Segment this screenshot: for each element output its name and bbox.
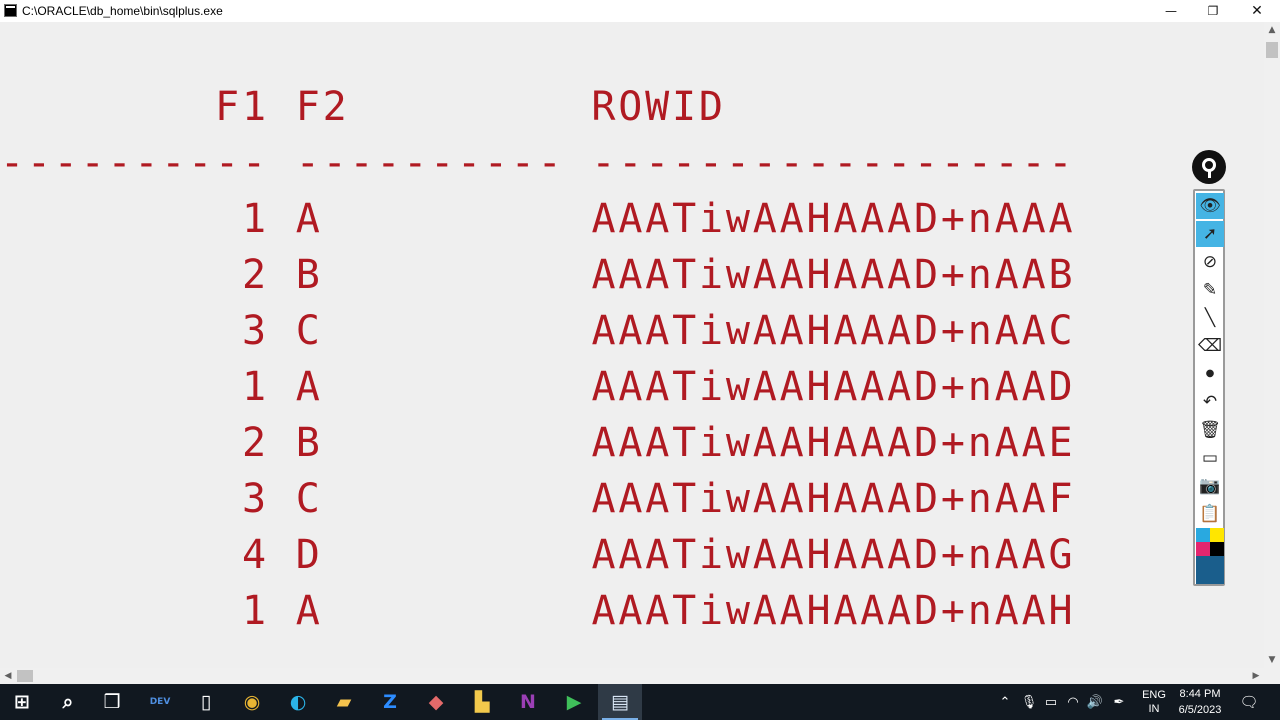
start-button[interactable]: ⊞	[0, 684, 44, 720]
cell-rowid: AAATiwAAHAAAD+nAAE	[591, 420, 1076, 466]
result-row: 1 A AAATiwAAHAAAD+nAAD	[0, 359, 1075, 415]
eraser-icon[interactable]: ⌫	[1196, 333, 1224, 359]
result-row: 1 A AAATiwAAHAAAD+nAAH	[0, 583, 1075, 639]
cell-f2: A	[295, 364, 323, 410]
color-swatch-custom[interactable]	[1196, 556, 1224, 584]
scroll-corner	[1264, 668, 1280, 684]
cell-rowid: AAATiwAAHAAAD+nAAA	[591, 196, 1076, 242]
annotation-pen-toggle-icon[interactable]	[1192, 150, 1226, 184]
column-separator-line: ---------- ---------- ------------------	[0, 140, 1076, 186]
highlighter-icon[interactable]: ✎	[1196, 277, 1224, 303]
color-swatch[interactable]	[1196, 528, 1210, 542]
window-title-bar[interactable]: C:\ORACLE\db_home\bin\sqlplus.exe — ❐ ✕	[0, 0, 1280, 22]
language-secondary: IN	[1148, 703, 1160, 715]
eraser-app-icon[interactable]: ◆	[414, 684, 458, 720]
result-row: 2 B AAATiwAAHAAAD+nAAE	[0, 415, 1075, 471]
result-row: 1 A AAATiwAAHAAAD+nAAA	[0, 191, 1075, 247]
cell-f2: C	[295, 308, 323, 354]
clock-date: 6/5/2023	[1178, 704, 1222, 716]
color-swatch[interactable]	[1196, 542, 1210, 556]
volume-icon[interactable]: 🔊	[1084, 684, 1106, 720]
horizontal-scroll-thumb[interactable]	[17, 670, 33, 682]
chrome-icon[interactable]: ◉	[230, 684, 274, 720]
cell-f2: C	[295, 476, 323, 522]
cell-f2: B	[295, 252, 323, 298]
battery-icon[interactable]: ▭	[1040, 684, 1062, 720]
media-app-icon[interactable]: ▶	[552, 684, 596, 720]
line-icon[interactable]: ╲	[1196, 305, 1224, 331]
cell-f1: 4	[241, 532, 269, 578]
file-explorer-icon[interactable]: ▰	[322, 684, 366, 720]
microphone-icon[interactable]: 🎙	[1018, 684, 1040, 720]
color-swatch[interactable]	[1210, 528, 1224, 542]
edge-icon[interactable]: ◐	[276, 684, 320, 720]
cell-f2: D	[295, 532, 323, 578]
cell-rowid: AAATiwAAHAAAD+nAAG	[591, 532, 1076, 578]
cell-f1: 1	[241, 196, 269, 242]
dev-app-icon[interactable]: DEV	[138, 684, 182, 720]
console-output[interactable]: F1 F2 ROWID ---------- ---------- ------…	[0, 22, 1264, 668]
cursor-icon[interactable]: ➚	[1196, 221, 1224, 247]
close-button[interactable]: ✕	[1234, 0, 1280, 22]
zoom-icon[interactable]: Z	[368, 684, 412, 720]
notification-icon[interactable]: 🗨	[1234, 684, 1264, 720]
camera-icon[interactable]: 📷	[1196, 473, 1224, 499]
trash-icon[interactable]: 🗑	[1196, 417, 1224, 443]
dot-icon[interactable]: ●	[1196, 361, 1224, 387]
restore-button[interactable]: ❐	[1190, 0, 1236, 22]
scroll-left-arrow[interactable]: ◀	[0, 668, 16, 684]
language-primary: ENG	[1142, 689, 1166, 701]
vertical-scrollbar[interactable]: ▲ ▼	[1264, 22, 1280, 668]
horizontal-scrollbar[interactable]: ◀ ▶	[0, 668, 1264, 684]
window-title: C:\ORACLE\db_home\bin\sqlplus.exe	[22, 4, 223, 18]
taskbar-clock[interactable]: 8:44 PM 6/5/2023	[1172, 684, 1228, 720]
result-row: 2 B AAATiwAAHAAAD+nAAB	[0, 247, 1075, 303]
clock-time: 8:44 PM	[1179, 688, 1221, 700]
sticky-notes-icon[interactable]: ▙	[460, 684, 504, 720]
scroll-right-arrow[interactable]: ▶	[1248, 668, 1264, 684]
scroll-down-arrow[interactable]: ▼	[1264, 652, 1280, 668]
undo-icon[interactable]: ↶	[1196, 389, 1224, 415]
cell-f1: 1	[241, 588, 269, 634]
chevron-up-icon[interactable]: ⌃	[994, 684, 1016, 720]
cell-f1: 3	[241, 308, 269, 354]
cell-rowid: AAATiwAAHAAAD+nAAB	[591, 252, 1076, 298]
onenote-icon[interactable]: N	[506, 684, 550, 720]
result-row: 3 C AAATiwAAHAAAD+nAAC	[0, 303, 1075, 359]
annotation-toolbar: 👁 ➚ ⊘ ✎ ╲ ⌫ ● ↶ 🗑 ▭ 📷 📋	[1193, 189, 1225, 586]
cell-rowid: AAATiwAAHAAAD+nAAF	[591, 476, 1076, 522]
cell-rowid: AAATiwAAHAAAD+nAAC	[591, 308, 1076, 354]
file-icon[interactable]: ▯	[184, 684, 228, 720]
column-header-line: F1 F2 ROWID	[0, 84, 726, 130]
vertical-scroll-thumb[interactable]	[1266, 42, 1278, 58]
wifi-icon[interactable]: ◠	[1062, 684, 1084, 720]
whiteboard-icon[interactable]: ▭	[1196, 445, 1224, 471]
scroll-up-arrow[interactable]: ▲	[1264, 22, 1280, 38]
result-row: 4 D AAATiwAAHAAAD+nAAG	[0, 527, 1075, 583]
cell-f2: A	[295, 196, 323, 242]
color-swatch-grid	[1196, 528, 1224, 556]
cell-f1: 3	[241, 476, 269, 522]
minimize-button[interactable]: —	[1148, 0, 1194, 22]
color-swatch[interactable]	[1210, 542, 1224, 556]
cell-rowid: AAATiwAAHAAAD+nAAD	[591, 364, 1076, 410]
cell-f1: 1	[241, 364, 269, 410]
cell-f1: 2	[241, 420, 269, 466]
search-icon[interactable]: ⌕	[46, 684, 90, 720]
eye-icon[interactable]: 👁	[1196, 193, 1224, 219]
language-indicator[interactable]: ENG IN	[1138, 684, 1170, 720]
pen-icon[interactable]: ✒	[1108, 684, 1130, 720]
clipboard-icon[interactable]: 📋	[1196, 501, 1224, 527]
cell-f1: 2	[241, 252, 269, 298]
cell-f2: B	[295, 420, 323, 466]
console-app-icon[interactable]	[4, 4, 17, 17]
task-view-icon[interactable]: ❒	[90, 684, 134, 720]
disable-pen-icon[interactable]: ⊘	[1196, 249, 1224, 275]
windows-taskbar: ⊞ ⌕ ❒ DEV ▯ ◉ ◐ ▰ Z ◆ ▙ N ▶ ▤ ⌃ 🎙 ▭ ◠ 🔊 ✒ ENG IN 8:44 PM 6…	[0, 684, 1280, 720]
cell-rowid: AAATiwAAHAAAD+nAAH	[591, 588, 1076, 634]
cell-f2: A	[295, 588, 323, 634]
sqlplus-taskbar-icon[interactable]: ▤	[598, 684, 642, 720]
result-row: 3 C AAATiwAAHAAAD+nAAF	[0, 471, 1075, 527]
